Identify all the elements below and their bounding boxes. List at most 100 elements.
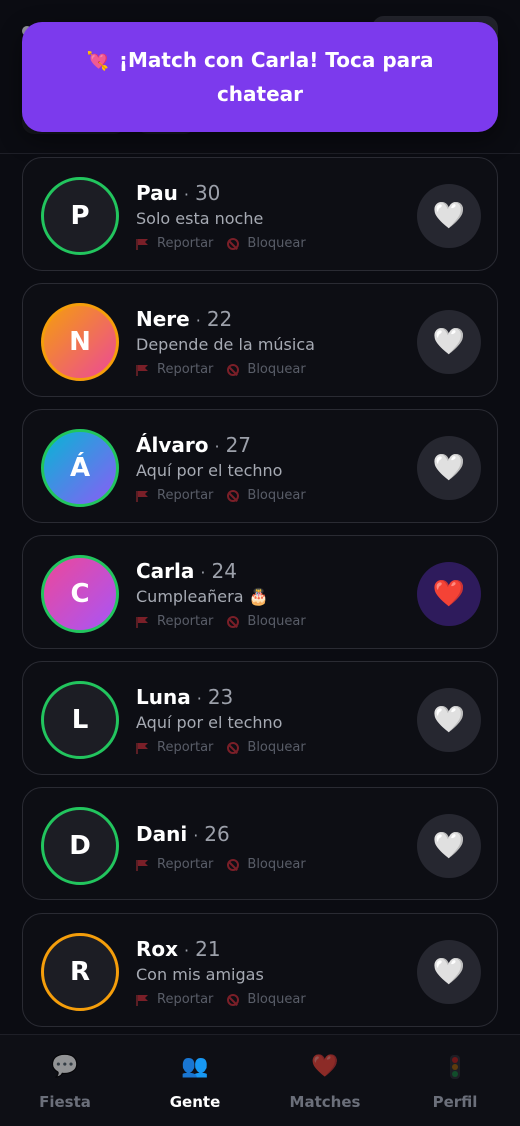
person-card[interactable]: P Pau · 30 Solo esta noche Reportar Bloque…	[22, 157, 498, 271]
nav-item-perfil[interactable]: Perfil	[390, 1035, 520, 1126]
nav-label: Matches	[289, 1093, 361, 1111]
person-name: Álvaro	[136, 433, 209, 457]
avatar[interactable]: L	[41, 681, 119, 759]
nav-item-gente[interactable]: 👥 Gente	[130, 1035, 260, 1126]
person-age: 24	[211, 559, 237, 583]
name-line: Dani · 26	[136, 821, 230, 849]
block-label: Bloquear	[247, 857, 306, 872]
person-card[interactable]: N Nere · 22 Depende de la música Reportar …	[22, 283, 498, 397]
name-line: Carla · 24	[136, 558, 237, 586]
block-button[interactable]: Bloquear	[227, 614, 306, 630]
traffic-light-icon	[390, 1053, 520, 1081]
block-label: Bloquear	[247, 740, 306, 755]
block-label: Bloquear	[247, 488, 306, 503]
avatar[interactable]: N	[41, 303, 119, 381]
block-label: Bloquear	[247, 236, 306, 251]
report-button[interactable]: Reportar	[136, 857, 213, 873]
nav-label: Gente	[169, 1093, 221, 1111]
white-heart-icon: 🤍	[432, 831, 466, 861]
block-button[interactable]: Bloquear	[227, 236, 306, 252]
report-button[interactable]: Reportar	[136, 236, 213, 252]
card-actions: Reportar Bloquear	[136, 362, 320, 378]
match-toast[interactable]: 💘 ¡Match con Carla! Toca para chatear	[22, 22, 498, 132]
person-status: Cumpleañera 🎂	[136, 587, 269, 606]
report-label: Reportar	[157, 236, 214, 251]
block-icon	[227, 490, 240, 502]
name-line: Luna · 23	[136, 684, 233, 712]
flag-icon	[136, 365, 148, 376]
person-card[interactable]: Á Álvaro · 27 Aquí por el techno Reportar …	[22, 409, 498, 523]
block-button[interactable]: Bloquear	[227, 992, 306, 1008]
avatar[interactable]: C	[41, 555, 119, 633]
report-button[interactable]: Reportar	[136, 614, 213, 630]
card-actions: Reportar Bloquear	[136, 740, 320, 756]
chat-bubble-icon: 💬	[51, 1054, 79, 1079]
block-label: Bloquear	[247, 614, 306, 629]
like-button[interactable]: ❤️	[417, 562, 481, 626]
person-name: Rox	[136, 937, 179, 961]
cupid-heart-icon: 💘	[86, 50, 109, 72]
like-button[interactable]: 🤍	[417, 436, 481, 500]
heart-icon: ❤️	[311, 1054, 339, 1079]
like-button[interactable]: 🤍	[417, 688, 481, 752]
person-name: Carla	[136, 559, 195, 583]
card-actions: Reportar Bloquear	[136, 857, 320, 873]
separator-dot: ·	[193, 826, 199, 845]
person-card[interactable]: R Rox · 21 Con mis amigas Reportar Bloquea…	[22, 913, 498, 1027]
nav-label: Fiesta	[39, 1093, 91, 1111]
nav-item-matches[interactable]: ❤️ Matches	[260, 1035, 390, 1126]
person-card[interactable]: L Luna · 23 Aquí por el techno Reportar Bl…	[22, 661, 498, 775]
like-button[interactable]: 🤍	[417, 814, 481, 878]
report-button[interactable]: Reportar	[136, 992, 213, 1008]
avatar[interactable]: R	[41, 933, 119, 1011]
report-label: Reportar	[157, 614, 214, 629]
person-age: 30	[194, 181, 221, 205]
person-age: 21	[195, 937, 221, 961]
report-button[interactable]: Reportar	[136, 362, 213, 378]
separator-dot: ·	[196, 689, 202, 708]
separator-dot: ·	[200, 563, 206, 582]
person-name: Luna	[136, 685, 191, 709]
white-heart-icon: 🤍	[432, 705, 466, 735]
separator-dot: ·	[183, 185, 189, 204]
card-actions: Reportar Bloquear	[136, 992, 320, 1008]
block-icon	[227, 616, 240, 628]
block-button[interactable]: Bloquear	[227, 740, 306, 756]
flag-icon	[136, 239, 148, 250]
block-button[interactable]: Bloquear	[227, 857, 306, 873]
person-status: Con mis amigas	[136, 965, 264, 984]
name-line: Álvaro · 27	[136, 432, 251, 460]
like-button[interactable]: 🤍	[417, 940, 481, 1004]
avatar[interactable]: Á	[41, 429, 119, 507]
block-button[interactable]: Bloquear	[227, 362, 306, 378]
person-age: 23	[207, 685, 234, 709]
separator-dot: ·	[184, 941, 190, 960]
app-screen: 💘 ¡Match con Carla! Toca para chatear P P…	[0, 0, 520, 1126]
person-status: Aquí por el techno	[136, 461, 283, 480]
white-heart-icon: 🤍	[432, 957, 466, 987]
match-toast-message: ¡Match con Carla! Toca para chatear	[118, 47, 434, 106]
bottom-nav: 💬 Fiesta 👥 Gente ❤️ Matches Perfil	[0, 1034, 520, 1126]
report-button[interactable]: Reportar	[136, 740, 213, 756]
like-button[interactable]: 🤍	[417, 310, 481, 374]
person-age: 26	[204, 822, 230, 846]
card-actions: Reportar Bloquear	[136, 614, 320, 630]
nav-item-fiesta[interactable]: 💬 Fiesta	[0, 1035, 130, 1126]
avatar[interactable]: D	[41, 807, 119, 885]
match-toast-text: 💘 ¡Match con Carla! Toca para chatear	[62, 44, 458, 111]
block-icon	[227, 238, 240, 250]
flag-icon	[136, 995, 148, 1006]
white-heart-icon: 🤍	[432, 453, 466, 483]
person-status: Aquí por el techno	[136, 713, 283, 732]
avatar[interactable]: P	[41, 177, 119, 255]
person-age: 27	[225, 433, 252, 457]
nav-label: Perfil	[432, 1093, 478, 1111]
report-label: Reportar	[157, 857, 214, 872]
person-card[interactable]: C Carla · 24 Cumpleañera 🎂 Reportar Bloque…	[22, 535, 498, 649]
person-status: Depende de la música	[136, 335, 315, 354]
like-button[interactable]: 🤍	[417, 184, 481, 248]
people-icon: 👥	[181, 1054, 209, 1079]
person-card[interactable]: D Dani · 26 Reportar Bloquear 🤍	[22, 787, 498, 900]
report-button[interactable]: Reportar	[136, 488, 213, 504]
block-button[interactable]: Bloquear	[227, 488, 306, 504]
